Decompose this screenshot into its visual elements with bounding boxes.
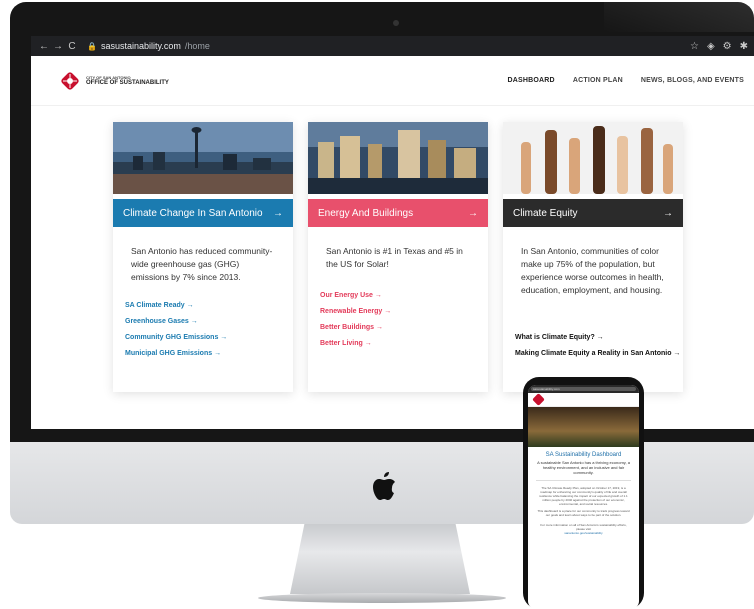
- browser-screen: ← → C 🔒 sasustainability.com/home ☆ ◈ ⚙ …: [31, 36, 754, 429]
- downtown-buildings-image: [308, 122, 488, 194]
- card-links: What is Climate Equity? → Making Climate…: [515, 334, 685, 366]
- camera-dot: [393, 20, 399, 26]
- card-description: San Antonio has reduced community-wide g…: [131, 246, 273, 282]
- site-header: CITY OF SAN ANTONIO OFFICE OF SUSTAINABI…: [31, 56, 754, 106]
- arrow-right-icon: →: [663, 207, 673, 219]
- link-our-energy-use[interactable]: Our Energy Use →: [320, 292, 391, 299]
- link-climate-equity-reality[interactable]: Making Climate Equity a Reality in San A…: [515, 350, 685, 357]
- extension-icons: ☆ ◈ ⚙ ✱: [690, 41, 748, 52]
- phone-address-bar[interactable]: sasustainability.com: [531, 387, 636, 391]
- phone-paragraph-dashboard: This dashboard is a place for our commun…: [537, 509, 630, 517]
- card-title: Climate Change In San Antonio: [123, 207, 263, 219]
- nav-dashboard[interactable]: DASHBOARD: [508, 77, 555, 84]
- screen-glare: [604, 2, 754, 32]
- apple-logo-icon: [373, 472, 395, 500]
- link-greenhouse-gases[interactable]: Greenhouse Gases →: [125, 318, 227, 325]
- link-community-ghg[interactable]: Community GHG Emissions →: [125, 334, 227, 341]
- card-banner[interactable]: Climate Equity →: [503, 199, 683, 227]
- phone-divider: [536, 480, 631, 481]
- link-what-is-climate-equity[interactable]: What is Climate Equity? →: [515, 334, 685, 341]
- link-better-buildings[interactable]: Better Buildings →: [320, 324, 391, 331]
- phone-logo-icon: [532, 393, 545, 406]
- phone-screen: sasustainability.com SA Sustainability D…: [528, 385, 639, 609]
- main-nav: DASHBOARD ACTION PLAN NEWS, BLOGS, AND E…: [508, 77, 744, 84]
- site-logo[interactable]: CITY OF SAN ANTONIO OFFICE OF SUSTAINABI…: [59, 70, 169, 92]
- phone-paragraph-more: For more information on all of San Anton…: [540, 523, 627, 531]
- forward-icon[interactable]: →: [51, 41, 65, 52]
- card-energy-buildings: Energy And Buildings → San Antonio is #1…: [308, 122, 488, 392]
- card-climate-equity: Climate Equity → In San Antonio, communi…: [503, 122, 683, 392]
- arrow-right-icon: →: [468, 207, 478, 219]
- logo-office-text: OFFICE OF SUSTAINABILITY: [86, 79, 169, 86]
- mockup-stage: ← → C 🔒 sasustainability.com/home ☆ ◈ ⚙ …: [0, 0, 754, 609]
- link-better-living[interactable]: Better Living →: [320, 340, 391, 347]
- extensions-icon[interactable]: ✱: [740, 41, 748, 52]
- card-grid: Climate Change In San Antonio → San Anto…: [113, 122, 683, 392]
- nav-news-blogs-events[interactable]: NEWS, BLOGS, AND EVENTS: [641, 77, 744, 84]
- imac-stand: [290, 524, 470, 594]
- raised-hands-image: [503, 122, 683, 194]
- shield-icon[interactable]: ◈: [707, 41, 715, 52]
- phone-browser-bar: sasustainability.com: [528, 385, 639, 393]
- url-path: /home: [184, 41, 210, 51]
- back-icon[interactable]: ←: [37, 41, 51, 52]
- arrow-right-icon: →: [273, 207, 283, 219]
- phone-paragraph-plan: The SA Climate Ready Plan, adopted on Oc…: [539, 486, 628, 506]
- nav-action-plan[interactable]: ACTION PLAN: [573, 77, 623, 84]
- url-host: sasustainability.com: [100, 41, 181, 51]
- card-links: Our Energy Use → Renewable Energy → Bett…: [320, 292, 391, 356]
- phone-mockup: sasustainability.com SA Sustainability D…: [523, 377, 644, 609]
- card-description: In San Antonio, communities of color mak…: [521, 246, 664, 295]
- card-title: Energy And Buildings: [318, 207, 414, 219]
- san-antonio-skyline-image: [113, 122, 293, 194]
- browser-toolbar: ← → C 🔒 sasustainability.com/home ☆ ◈ ⚙ …: [31, 36, 754, 56]
- imac-stand-base: [258, 593, 506, 603]
- card-description: San Antonio is #1 in Texas and #5 in the…: [326, 246, 463, 269]
- card-banner[interactable]: Climate Change In San Antonio →: [113, 199, 293, 227]
- reload-icon[interactable]: C: [65, 41, 79, 52]
- sunburst-logo-icon: [61, 71, 79, 90]
- address-bar[interactable]: 🔒 sasustainability.com/home: [87, 41, 690, 51]
- link-municipal-ghg[interactable]: Municipal GHG Emissions →: [125, 350, 227, 357]
- lock-icon: 🔒: [87, 41, 97, 51]
- card-banner[interactable]: Energy And Buildings →: [308, 199, 488, 227]
- card-title: Climate Equity: [513, 207, 578, 219]
- link-renewable-energy[interactable]: Renewable Energy →: [320, 308, 391, 315]
- card-climate-change: Climate Change In San Antonio → San Anto…: [113, 122, 293, 392]
- card-links: SA Climate Ready → Greenhouse Gases → Co…: [125, 302, 227, 366]
- settings-icon[interactable]: ⚙: [723, 41, 732, 52]
- phone-sustainability-link[interactable]: sanantonio.gov/sustainability: [528, 531, 639, 535]
- phone-site-header: [528, 393, 639, 407]
- phone-hero-image: [528, 407, 639, 447]
- link-sa-climate-ready[interactable]: SA Climate Ready →: [125, 302, 227, 309]
- bookmark-star-icon[interactable]: ☆: [690, 41, 699, 52]
- phone-subtitle: A sustainable San Antonio has a thriving…: [537, 460, 630, 475]
